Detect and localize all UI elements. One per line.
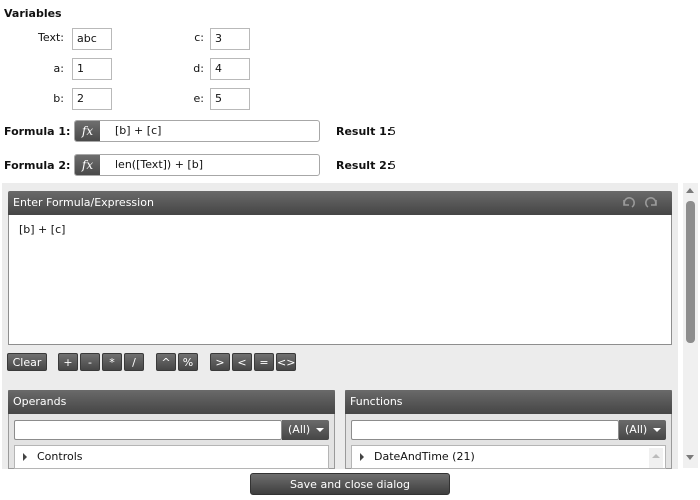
result-1-label: Result 1: [336, 125, 392, 138]
operand-item-controls[interactable]: Controls [23, 450, 83, 463]
divide-button[interactable]: / [124, 353, 144, 371]
minus-button[interactable]: - [80, 353, 100, 371]
variable-text-field[interactable]: abc [72, 28, 112, 50]
expand-triangle-icon[interactable] [360, 453, 364, 461]
clear-button[interactable]: Clear [7, 353, 47, 371]
functions-header: Functions [345, 390, 672, 414]
functions-search-input[interactable] [351, 420, 619, 440]
percent-button[interactable]: % [178, 353, 198, 371]
variable-label-e: e: [193, 92, 204, 105]
operands-search-input[interactable] [14, 420, 282, 440]
variable-c-field[interactable]: 3 [210, 28, 250, 50]
variable-label-b: b: [53, 92, 64, 105]
formula-1-input[interactable]: fx [b] + [c] [74, 120, 320, 142]
editor-panel-header: Enter Formula/Expression [8, 191, 672, 215]
less-than-button[interactable]: < [232, 353, 252, 371]
operands-filter-label: (All) [288, 423, 311, 436]
result-1-value: 5 [389, 125, 396, 138]
chevron-down-icon [316, 420, 324, 447]
multiply-button[interactable]: * [102, 353, 122, 371]
variable-label-c: c: [194, 31, 204, 44]
scroll-up-icon[interactable] [686, 188, 694, 193]
formula-1-expression: [b] + [c] [115, 124, 162, 137]
chevron-down-icon [653, 420, 661, 447]
formula-2-input[interactable]: fx len([Text]) + [b] [74, 154, 320, 176]
variables-title: Variables [4, 7, 62, 20]
function-item-dateandtime[interactable]: DateAndTime (21) [360, 450, 475, 463]
expand-triangle-icon[interactable] [23, 453, 27, 461]
formula-1-label: Formula 1: [4, 125, 71, 138]
variable-b-field[interactable]: 2 [72, 88, 112, 110]
formula-editor[interactable]: [b] + [c] [8, 215, 672, 345]
variable-label-d: d: [193, 62, 204, 75]
fx-icon[interactable]: fx [75, 155, 100, 175]
fx-icon[interactable]: fx [75, 121, 100, 141]
power-button[interactable]: ^ [156, 353, 176, 371]
formula-2-expression: len([Text]) + [b] [115, 158, 203, 171]
variable-label-text: Text: [38, 31, 64, 44]
formula-2-label: Formula 2: [4, 159, 71, 172]
not-equal-button[interactable]: <> [276, 353, 296, 371]
save-and-close-button[interactable]: Save and close dialog [250, 473, 450, 495]
functions-filter-dropdown[interactable]: (All) [619, 420, 666, 440]
functions-title: Functions [350, 395, 403, 408]
functions-filter-label: (All) [625, 423, 648, 436]
operands-list: Controls [14, 445, 329, 469]
plus-button[interactable]: + [58, 353, 78, 371]
variable-d-field[interactable]: 4 [210, 58, 250, 80]
editor-content: [b] + [c] [19, 223, 66, 236]
scroll-down-icon[interactable] [686, 455, 694, 460]
dialog-scrollbar[interactable] [683, 183, 698, 468]
editor-panel-title: Enter Formula/Expression [13, 196, 154, 209]
scrollbar-thumb[interactable] [686, 201, 695, 343]
greater-than-button[interactable]: > [210, 353, 230, 371]
functions-list: DateAndTime (21) [351, 445, 666, 469]
variable-e-field[interactable]: 5 [210, 88, 250, 110]
result-2-label: Result 2: [336, 159, 392, 172]
functions-list-scrollbar[interactable] [649, 448, 663, 468]
operands-title: Operands [13, 395, 67, 408]
operands-header: Operands [8, 390, 335, 414]
variable-label-a: a: [53, 62, 64, 75]
equals-button[interactable]: = [254, 353, 274, 371]
variable-a-field[interactable]: 1 [72, 58, 112, 80]
operands-filter-dropdown[interactable]: (All) [282, 420, 329, 440]
result-2-value: 5 [389, 159, 396, 172]
